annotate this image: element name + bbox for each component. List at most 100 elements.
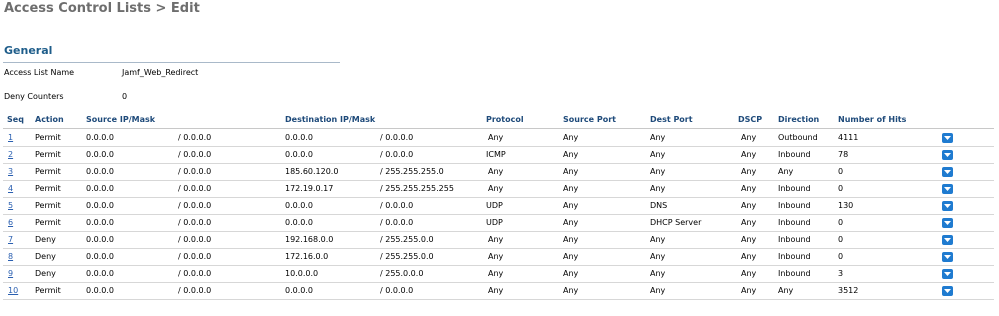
hits-cell: 0 [838,184,844,193]
destination-ip-cell: 0.0.0.0 [285,150,313,159]
table-row: 1 Permit 0.0.0.0 / 0.0.0.0 0.0.0.0 / 0.0.0.0 A… [3,129,994,147]
col-header-hits: Number of Hits [838,115,907,124]
row-menu-button[interactable] [942,218,953,228]
dest-port-cell: Any [650,150,666,159]
hits-cell: 3512 [838,286,859,295]
hits-cell: 0 [838,167,844,176]
destination-ip-cell: 192.168.0.0 [285,235,334,244]
chevron-down-icon [944,170,951,174]
deny-counters-label: Deny Counters [4,92,64,101]
seq-link[interactable]: 3 [8,167,13,176]
col-header-source-port: Source Port [563,115,616,124]
protocol-cell: Any [488,133,504,142]
action-cell: Permit [35,133,61,142]
row-menu-button[interactable] [942,133,953,143]
source-port-cell: Any [563,286,579,295]
source-mask-cell: / 0.0.0.0 [178,218,212,227]
seq-link[interactable]: 9 [8,269,13,278]
destination-mask-cell: / 255.255.255.0 [380,167,444,176]
row-menu-button[interactable] [942,201,953,211]
action-cell: Deny [35,269,56,278]
deny-counters-value: 0 [122,92,128,101]
col-header-seq: Seq [7,115,24,124]
table-row: 4 Permit 0.0.0.0 / 0.0.0.0 172.19.0.17 / 255.… [3,180,994,198]
source-mask-cell: / 0.0.0.0 [178,167,212,176]
direction-cell: Outbound [778,133,818,142]
direction-cell: Inbound [778,235,811,244]
seq-link[interactable]: 10 [8,286,18,295]
action-cell: Permit [35,184,61,193]
row-menu-button[interactable] [942,150,953,160]
dscp-cell: Any [741,218,757,227]
dscp-cell: Any [741,150,757,159]
destination-ip-cell: 0.0.0.0 [285,218,313,227]
source-mask-cell: / 0.0.0.0 [178,201,212,210]
seq-link[interactable]: 1 [8,133,13,142]
destination-ip-cell: 185.60.120.0 [285,167,339,176]
chevron-down-icon [944,255,951,259]
row-menu-button[interactable] [942,269,953,279]
dest-port-cell: DNS [650,201,668,210]
source-ip-cell: 0.0.0.0 [86,269,114,278]
chevron-down-icon [944,272,951,276]
dest-port-cell: Any [650,252,666,261]
dscp-cell: Any [741,269,757,278]
section-divider [3,62,340,63]
dest-port-cell: Any [650,184,666,193]
source-port-cell: Any [563,201,579,210]
dest-port-cell: Any [650,133,666,142]
source-mask-cell: / 0.0.0.0 [178,269,212,278]
table-row: 7 Deny 0.0.0.0 / 0.0.0.0 192.168.0.0 / 255.25… [3,231,994,249]
access-list-name-value: Jamf_Web_Redirect [122,68,199,77]
chevron-down-icon [944,187,951,191]
dscp-cell: Any [741,286,757,295]
protocol-cell: Any [488,252,504,261]
source-ip-cell: 0.0.0.0 [86,218,114,227]
source-mask-cell: / 0.0.0.0 [178,235,212,244]
seq-link[interactable]: 4 [8,184,13,193]
destination-mask-cell: / 255.255.0.0 [380,235,434,244]
section-title-general: General [4,44,53,57]
dest-port-cell: DHCP Server [650,218,702,227]
destination-ip-cell: 0.0.0.0 [285,201,313,210]
source-port-cell: Any [563,218,579,227]
seq-link[interactable]: 5 [8,201,13,210]
direction-cell: Inbound [778,218,811,227]
direction-cell: Inbound [778,184,811,193]
seq-link[interactable]: 6 [8,218,13,227]
hits-cell: 0 [838,235,844,244]
seq-link[interactable]: 2 [8,150,13,159]
source-ip-cell: 0.0.0.0 [86,167,114,176]
destination-mask-cell: / 255.0.0.0 [380,269,424,278]
destination-mask-cell: / 255.255.255.255 [380,184,454,193]
destination-ip-cell: 0.0.0.0 [285,133,313,142]
direction-cell: Inbound [778,150,811,159]
table-row: 8 Deny 0.0.0.0 / 0.0.0.0 172.16.0.0 / 255.255… [3,248,994,266]
destination-ip-cell: 172.16.0.0 [285,252,329,261]
action-cell: Permit [35,201,61,210]
protocol-cell: UDP [486,218,503,227]
protocol-cell: Any [488,184,504,193]
row-menu-button[interactable] [942,184,953,194]
row-menu-button[interactable] [942,286,953,296]
source-ip-cell: 0.0.0.0 [86,133,114,142]
chevron-down-icon [944,238,951,242]
protocol-cell: Any [488,269,504,278]
destination-ip-cell: 0.0.0.0 [285,286,313,295]
protocol-cell: Any [488,167,504,176]
seq-link[interactable]: 8 [8,252,13,261]
row-menu-button[interactable] [942,252,953,262]
seq-link[interactable]: 7 [8,235,13,244]
source-ip-cell: 0.0.0.0 [86,184,114,193]
col-header-direction: Direction [778,115,820,124]
source-port-cell: Any [563,133,579,142]
row-menu-button[interactable] [942,235,953,245]
source-port-cell: Any [563,235,579,244]
source-ip-cell: 0.0.0.0 [86,235,114,244]
table-row: 9 Deny 0.0.0.0 / 0.0.0.0 10.0.0.0 / 255.0.0.0… [3,265,994,283]
destination-ip-cell: 10.0.0.0 [285,269,319,278]
direction-cell: Inbound [778,201,811,210]
source-port-cell: Any [563,150,579,159]
row-menu-button[interactable] [942,167,953,177]
protocol-cell: Any [488,286,504,295]
